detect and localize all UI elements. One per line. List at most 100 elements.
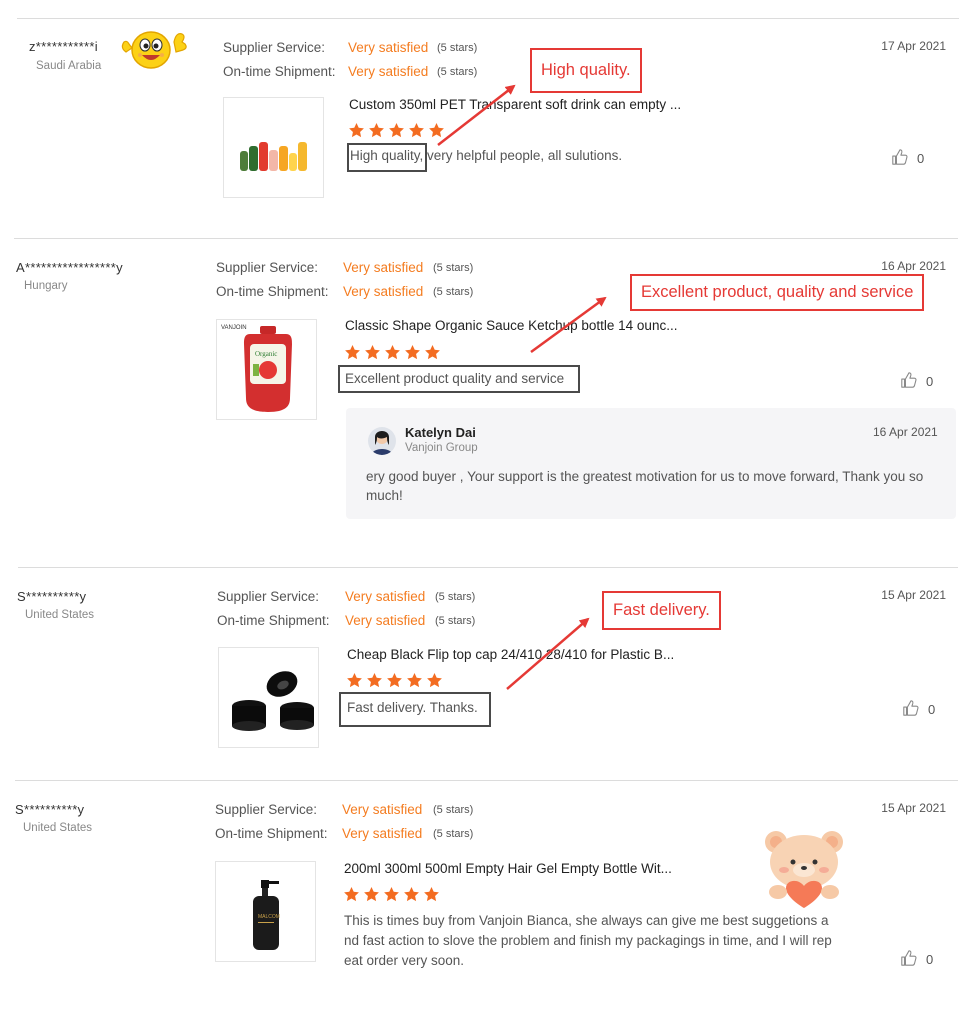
- star-icon: [363, 886, 380, 903]
- buyer-country: Saudi Arabia: [36, 60, 102, 72]
- product-thumbnail[interactable]: MALCOM: [215, 861, 316, 962]
- review-date: 15 Apr 2021: [881, 801, 946, 815]
- annotation-callout: High quality.: [530, 48, 642, 93]
- product-thumbnail[interactable]: [218, 647, 319, 748]
- review-comment-line: This is times buy from Vanjoin Bianca, s…: [344, 913, 829, 928]
- shipment-label: On-time Shipment:: [217, 613, 330, 628]
- star-icon: [386, 672, 403, 689]
- review-comment-line: nd fast action to slove the problem and …: [344, 933, 832, 948]
- review-comment-line: eat order very soon.: [344, 953, 465, 968]
- supplier-service-stars: (5 stars): [433, 262, 474, 274]
- like-button[interactable]: 0: [900, 949, 933, 970]
- supplier-service-stars: (5 stars): [435, 591, 476, 603]
- supplier-service-value: Very satisfied: [348, 40, 429, 55]
- product-title[interactable]: 200ml 300ml 500ml Empty Hair Gel Empty B…: [344, 861, 672, 876]
- like-thumb-icon: [900, 949, 918, 970]
- product-thumbnail[interactable]: [223, 97, 324, 198]
- star-icon: [346, 672, 363, 689]
- supplier-service-value: Very satisfied: [343, 260, 424, 275]
- reply-text: ery good buyer , Your support is the gre…: [366, 469, 924, 503]
- buyer-country: Hungary: [24, 280, 68, 292]
- buyer-name: A*****************y: [16, 260, 123, 275]
- comment-highlight-box: [347, 143, 427, 172]
- shipment-stars: (5 stars): [435, 615, 476, 627]
- buyer-name: S**********y: [17, 589, 87, 604]
- like-thumb-icon: [900, 371, 918, 392]
- like-thumb-icon: [891, 148, 909, 169]
- buyer-country: United States: [25, 609, 95, 621]
- shipment-value: Very satisfied: [343, 284, 424, 299]
- review-divider: [14, 238, 958, 239]
- review-date: 16 Apr 2021: [881, 259, 946, 273]
- like-count: 0: [928, 702, 936, 717]
- review-date: 17 Apr 2021: [881, 39, 946, 53]
- star-icon: [426, 672, 443, 689]
- smiley-thumbs-up-emoji: [116, 24, 190, 72]
- like-button[interactable]: 0: [891, 148, 924, 169]
- annotation-arrow: [437, 84, 516, 146]
- star-icon: [368, 122, 385, 139]
- comment-highlight-box: [338, 365, 580, 393]
- star-icon: [383, 886, 400, 903]
- rating-stars: [348, 122, 445, 140]
- star-icon: [408, 122, 425, 139]
- product-title[interactable]: Cheap Black Flip top cap 24/410 28/410 f…: [347, 647, 674, 662]
- star-icon: [403, 886, 420, 903]
- like-button[interactable]: 0: [900, 371, 933, 392]
- supplier-service-stars: (5 stars): [433, 804, 474, 816]
- avatar: [368, 427, 396, 455]
- supplier-reply: Katelyn Dai Vanjoin Group 16 Apr 2021 er…: [346, 408, 956, 519]
- star-icon: [388, 122, 405, 139]
- shipment-stars: (5 stars): [433, 286, 474, 298]
- supplier-service-label: Supplier Service:: [215, 802, 318, 817]
- supplier-service-label: Supplier Service:: [216, 260, 319, 275]
- supplier-service-value: Very satisfied: [345, 589, 426, 604]
- star-icon: [404, 344, 421, 361]
- top-divider: [17, 18, 959, 19]
- shipment-value: Very satisfied: [345, 613, 426, 628]
- shipment-value: Very satisfied: [342, 826, 423, 841]
- reply-company: Vanjoin Group: [405, 442, 478, 454]
- buyer-name: z***********i: [29, 39, 98, 54]
- product-title[interactable]: Custom 350ml PET Transparent soft drink …: [349, 97, 681, 112]
- like-thumb-icon: [902, 699, 920, 720]
- rating-stars: [344, 344, 441, 362]
- star-icon: [424, 344, 441, 361]
- like-count: 0: [926, 952, 934, 967]
- shipment-label: On-time Shipment:: [215, 826, 328, 841]
- shipment-value: Very satisfied: [348, 64, 429, 79]
- star-icon: [348, 122, 365, 139]
- svg-text:Organic: Organic: [255, 350, 277, 358]
- star-icon: [343, 886, 360, 903]
- comment-highlight-box: [339, 692, 491, 727]
- product-thumbnail[interactable]: VANJOIN Organic: [216, 319, 317, 420]
- like-count: 0: [917, 151, 925, 166]
- review-divider: [15, 780, 958, 781]
- star-icon: [384, 344, 401, 361]
- star-icon: [366, 672, 383, 689]
- buyer-country: United States: [23, 822, 93, 834]
- buyer-name: S**********y: [15, 802, 85, 817]
- rating-stars: [346, 672, 443, 690]
- rating-stars: [343, 886, 440, 904]
- review-date: 15 Apr 2021: [881, 588, 946, 602]
- supplier-service-label: Supplier Service:: [217, 589, 320, 604]
- bear-heart-sticker: [762, 826, 848, 910]
- svg-text:VANJOIN: VANJOIN: [221, 325, 247, 331]
- star-icon: [428, 122, 445, 139]
- star-icon: [406, 672, 423, 689]
- svg-text:MALCOM: MALCOM: [258, 914, 280, 920]
- annotation-callout: Excellent product, quality and service: [630, 274, 925, 311]
- review-divider: [18, 567, 958, 568]
- annotation-callout: Fast delivery.: [602, 591, 721, 630]
- star-icon: [344, 344, 361, 361]
- supplier-service-label: Supplier Service:: [223, 40, 326, 55]
- like-count: 0: [926, 374, 934, 389]
- shipment-stars: (5 stars): [433, 828, 474, 840]
- shipment-label: On-time Shipment:: [216, 284, 329, 299]
- product-title[interactable]: Classic Shape Organic Sauce Ketchup bott…: [345, 318, 677, 333]
- supplier-service-stars: (5 stars): [437, 42, 478, 54]
- like-button[interactable]: 0: [902, 699, 935, 720]
- star-icon: [364, 344, 381, 361]
- reply-author-name: Katelyn Dai: [405, 425, 476, 440]
